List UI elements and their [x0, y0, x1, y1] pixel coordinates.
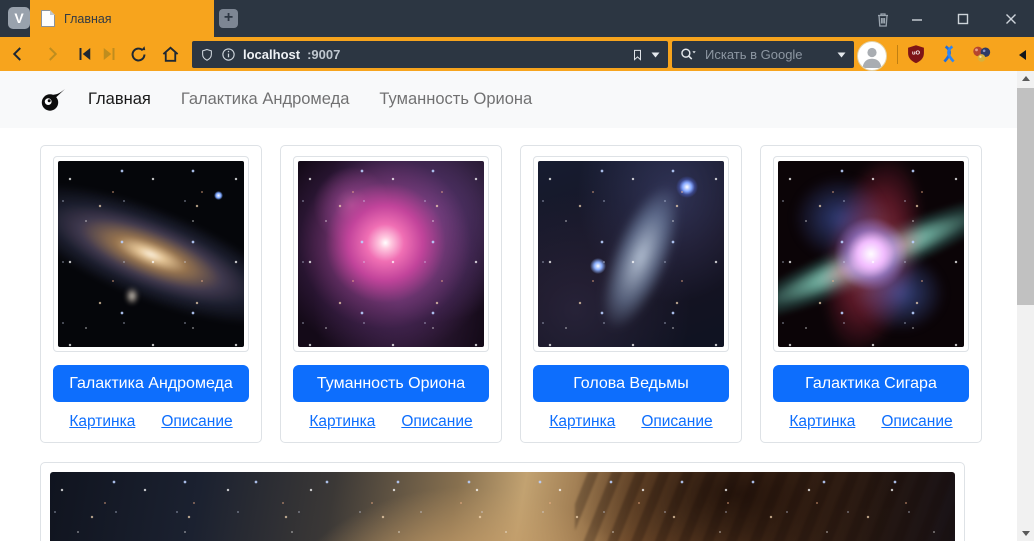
picture-link[interactable]: Картинка: [549, 413, 615, 431]
andromeda-thumbnail: [53, 156, 249, 352]
trash-closed-tabs-button[interactable]: [872, 9, 894, 29]
reload-button[interactable]: [127, 43, 149, 65]
panel-toggle-icon[interactable]: [1019, 50, 1026, 60]
person-icon: [858, 42, 886, 70]
ublock-shield-icon: uO: [906, 44, 926, 64]
search-engine-dropdown-icon[interactable]: [837, 52, 846, 58]
tab-bar: V Главная +: [0, 0, 1034, 37]
orion-thumbnail: [293, 156, 489, 352]
ribbon-extension-button[interactable]: [938, 43, 960, 65]
browser-toolbar: localhost :9007 uO: [0, 37, 1034, 71]
fast-forward-button[interactable]: [98, 43, 120, 65]
blue-ribbon-icon: [939, 44, 959, 64]
description-link[interactable]: Описание: [881, 413, 952, 431]
url-host: localhost: [243, 47, 300, 62]
andromeda-galaxy-image: [58, 161, 244, 347]
reload-icon: [129, 45, 148, 64]
back-icon: [9, 45, 27, 63]
ublock-extension-button[interactable]: uO: [905, 43, 927, 65]
card-title-button[interactable]: Туманность Ориона: [293, 365, 489, 402]
vivaldi-menu-button[interactable]: V: [8, 7, 30, 29]
card-title-button[interactable]: Галактика Андромеда: [53, 365, 249, 402]
witch-head-nebula-image: [538, 161, 724, 347]
tab-title: Главная: [64, 12, 112, 26]
minimize-button[interactable]: [906, 9, 928, 29]
new-tab-button[interactable]: +: [219, 9, 238, 28]
web-page: Главная Галактика Андромеда Туманность О…: [0, 71, 1017, 541]
rewind-button[interactable]: [74, 43, 96, 65]
svg-text:uO: uO: [912, 50, 921, 56]
site-navbar: Главная Галактика Андромеда Туманность О…: [0, 71, 1017, 128]
picture-link[interactable]: Картинка: [789, 413, 855, 431]
site-brand-logo[interactable]: [40, 88, 66, 112]
scrollbar-thumb[interactable]: [1017, 88, 1034, 305]
picture-link[interactable]: Картинка: [69, 413, 135, 431]
card-title-button[interactable]: Голова Ведьмы: [533, 365, 729, 402]
colored-spheres-icon: [971, 44, 992, 64]
scroll-up-button[interactable]: [1017, 71, 1034, 86]
card-panorama: [40, 462, 965, 541]
minimize-icon: [910, 12, 924, 26]
card-andromeda: Галактика Андромеда Картинка Описание: [40, 145, 262, 443]
rewind-icon: [76, 45, 94, 63]
card-witch-head: Голова Ведьмы Картинка Описание: [520, 145, 742, 443]
nav-item-orion[interactable]: Туманность Ориона: [379, 90, 532, 109]
trash-icon: [875, 11, 891, 28]
bookmark-icon[interactable]: [631, 47, 644, 63]
galaxy-panorama-image: [50, 472, 955, 541]
picture-link[interactable]: Картинка: [309, 413, 375, 431]
page-scrollbar[interactable]: [1017, 71, 1034, 541]
search-input[interactable]: [703, 46, 831, 63]
url-dropdown-icon[interactable]: [651, 52, 660, 58]
spheres-extension-button[interactable]: [970, 43, 992, 65]
nav-item-home[interactable]: Главная: [88, 90, 151, 109]
close-button[interactable]: [1000, 9, 1022, 29]
nav-item-andromeda[interactable]: Галактика Андромеда: [181, 90, 350, 109]
scroll-down-button[interactable]: [1017, 526, 1034, 541]
forward-button[interactable]: [41, 43, 63, 65]
browser-tab-active[interactable]: Главная: [30, 0, 214, 37]
card-orion: Туманность Ориона Картинка Описание: [280, 145, 502, 443]
home-button[interactable]: [159, 43, 181, 65]
profile-avatar[interactable]: [857, 41, 887, 71]
description-link[interactable]: Описание: [401, 413, 472, 431]
scroll-down-icon: [1022, 531, 1030, 536]
close-icon: [1004, 12, 1018, 26]
toolbar-separator: [897, 45, 898, 64]
cigar-thumbnail: [773, 156, 969, 352]
back-button[interactable]: [7, 43, 29, 65]
card-cigar: Галактика Сигара Картинка Описание: [760, 145, 982, 443]
shield-icon: [200, 47, 214, 63]
url-port: :9007: [307, 47, 340, 62]
description-link[interactable]: Описание: [161, 413, 232, 431]
witch-head-thumbnail: [533, 156, 729, 352]
scroll-up-icon: [1022, 76, 1030, 81]
maximize-button[interactable]: [952, 9, 974, 29]
address-bar[interactable]: localhost :9007: [192, 41, 668, 68]
orion-nebula-image: [298, 161, 484, 347]
search-field[interactable]: [672, 41, 854, 68]
cards-row: Галактика Андромеда Картинка Описание Ту…: [40, 145, 982, 443]
cigar-galaxy-image: [778, 161, 964, 347]
page-favicon-icon: [41, 10, 55, 27]
info-icon[interactable]: [221, 47, 236, 62]
card-title-button[interactable]: Галактика Сигара: [773, 365, 969, 402]
maximize-icon: [956, 12, 970, 26]
search-icon: [680, 47, 697, 62]
comet-icon: [40, 88, 66, 112]
description-link[interactable]: Описание: [641, 413, 712, 431]
fast-forward-icon: [100, 45, 118, 63]
home-icon: [161, 45, 180, 64]
forward-icon: [43, 45, 61, 63]
